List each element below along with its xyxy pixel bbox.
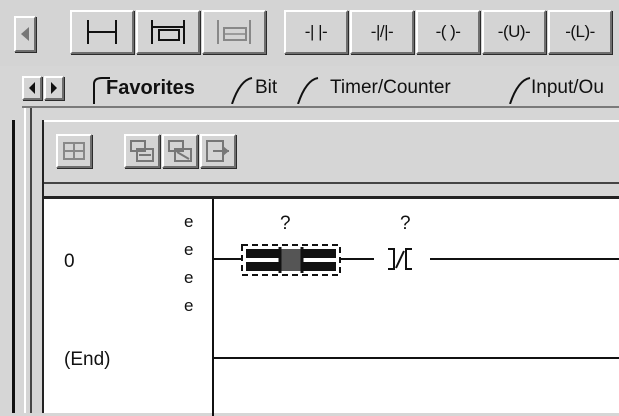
ladder-window-inner-frame [32,120,44,413]
rung-icon [87,20,117,44]
xic-label: -| |- [304,22,328,41]
otu-button[interactable]: -(U)- [482,10,546,54]
toolbar-scroll-left-button[interactable] [14,16,36,52]
rung-wiring [214,258,619,359]
tab-divider-icon [297,77,319,104]
arrow-right-icon [51,82,57,94]
project-tree-edge [0,106,22,413]
otl-label: -(L)- [565,22,595,41]
tab-timer-counter[interactable]: Timer/Counter [330,74,451,102]
edit-toolbar-top-border [44,120,619,122]
finalize-edits-button[interactable] [200,134,236,168]
start-edit-icon [63,142,85,160]
ladder-window-frame [24,108,32,413]
branch-level-button[interactable] [202,10,266,54]
tab-divider-icon [509,77,531,104]
project-tree-border [12,120,15,413]
edit-toolbar-bottom-border [44,182,619,184]
tab-input-output[interactable]: Input/Ou [531,74,604,102]
tab-divider-icon [231,77,253,104]
tab-strip-divider [0,106,619,108]
end-rung-label[interactable]: (End) [64,349,110,371]
xic-button[interactable]: -| |- [284,10,348,54]
instruction-tab-strip: Favorites Bit Timer/Counter Input/Ou [0,66,619,106]
branch-icon [151,20,185,44]
cancel-edits-icon [168,140,192,162]
cancel-edits-button[interactable] [162,134,198,168]
xio-label: -|/|- [370,22,394,41]
xio-button[interactable]: -|/|- [350,10,414,54]
branch-level-icon [217,20,251,44]
ote-label: -( )- [435,22,461,41]
otl-button[interactable]: -(L)- [548,10,612,54]
ladder-editor[interactable]: 0 e e e e ? ? (End) [44,196,619,416]
edit-toolbar [44,120,619,190]
arrow-left-icon [29,82,35,94]
branch-button[interactable] [136,10,200,54]
xio-instruction[interactable] [372,243,432,277]
accept-edits-button[interactable] [124,134,160,168]
tab-bit[interactable]: Bit [255,74,277,102]
xic-instruction[interactable] [240,243,342,277]
tab-scroll-right-button[interactable] [44,76,64,100]
accept-edits-icon [130,140,154,162]
start-edit-button[interactable] [56,134,92,168]
rung-button[interactable] [70,10,134,54]
ote-button[interactable]: -( )- [416,10,480,54]
arrow-left-icon [21,27,29,41]
tab-scroll-left-button[interactable] [22,76,42,100]
otu-label: -(U)- [497,22,531,41]
tab-favorites[interactable]: Favorites [106,74,195,102]
finalize-edits-icon [206,140,229,162]
instruction-toolbar: -| |- -|/|- -( )- -(U)- -(L)- [0,0,619,66]
